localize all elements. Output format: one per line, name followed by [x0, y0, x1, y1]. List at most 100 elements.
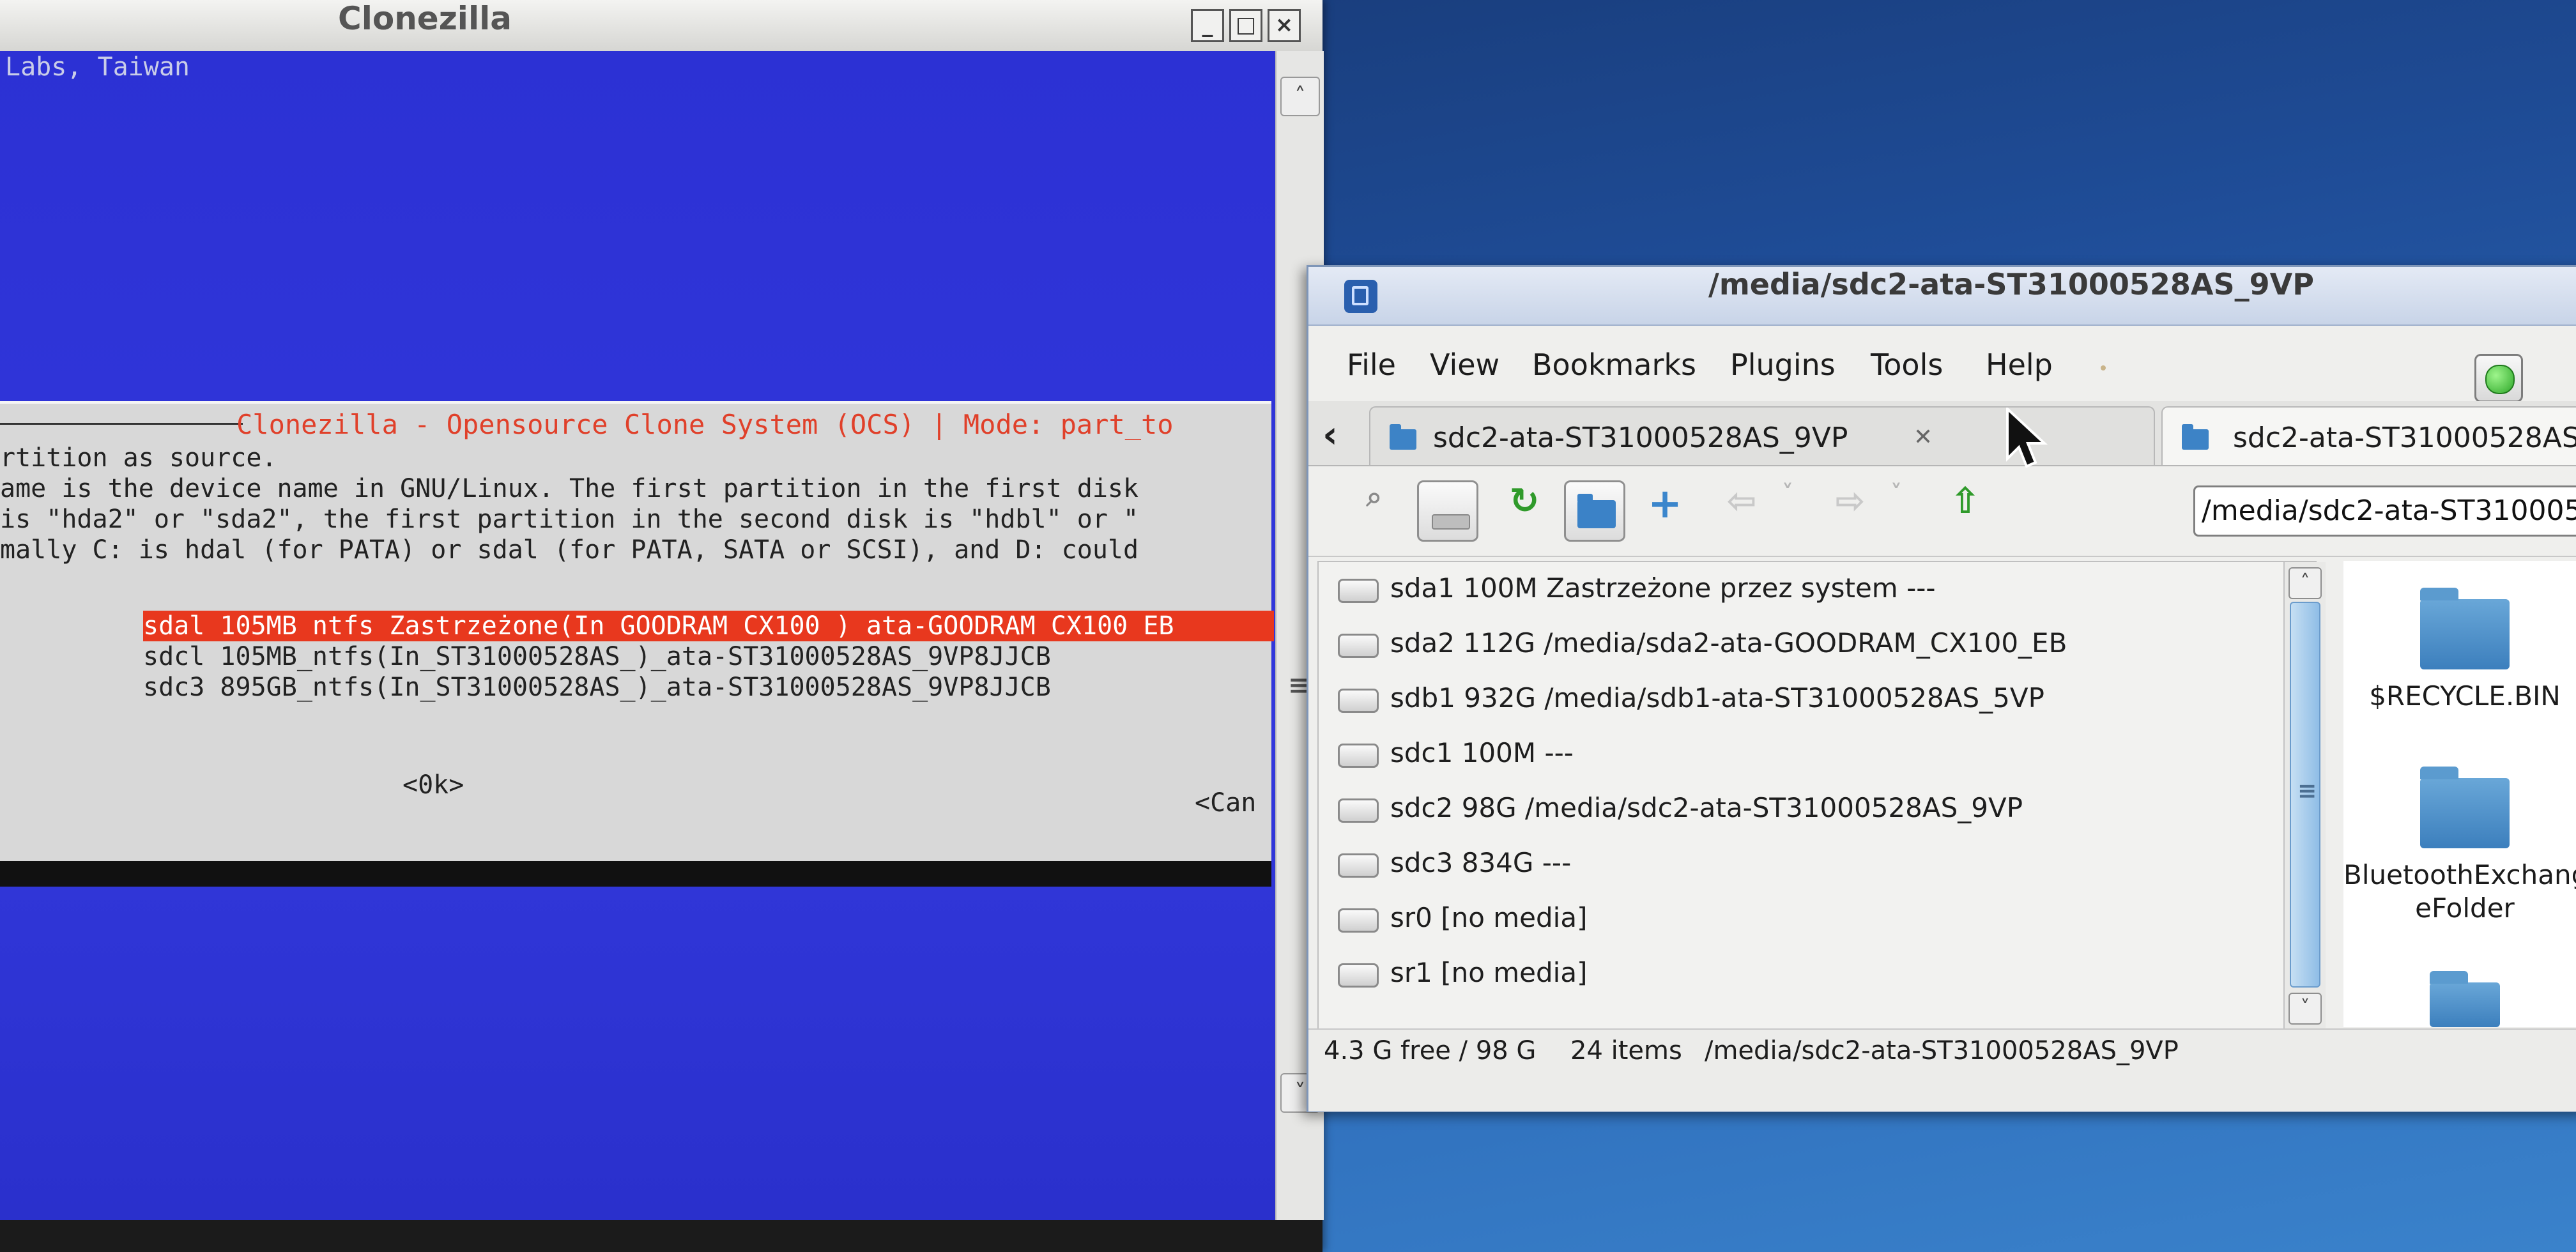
menu-plugins[interactable]: Plugins: [1730, 347, 1836, 382]
forward-button[interactable]: ⇨: [1820, 480, 1881, 542]
tab-bar: ‹ sdc2-ata-ST31000528AS_9VP ✕ sdc2-ata-S…: [1308, 401, 2576, 466]
up-arrow-icon: ⇧: [1950, 480, 1981, 522]
search-button[interactable]: ⌕: [1344, 480, 1405, 542]
devices-scrollbar[interactable]: ˄ ≡ ˅: [2283, 562, 2326, 1028]
menu-view[interactable]: View: [1430, 347, 1499, 382]
desktop: Clonezilla _ □ × Labs, Taiwan Clonezilla…: [0, 0, 2576, 1252]
item-count-status: 24 items: [1570, 1036, 1682, 1065]
back-button[interactable]: ⇦: [1711, 480, 1772, 542]
device-item[interactable]: sdc1 100M ---: [1338, 731, 2296, 782]
dialog-description-line: ame is the device name in GNU/Linux. The…: [0, 474, 1139, 503]
device-item[interactable]: sdb1 932G /media/sdb1-ata-ST31000528AS_5…: [1338, 676, 2296, 727]
tab-scroll-left-icon[interactable]: ‹: [1322, 413, 1338, 456]
dialog-title-line: [0, 423, 243, 425]
terminal-header-text: Labs, Taiwan: [5, 52, 190, 82]
clonezilla-window: Clonezilla _ □ × Labs, Taiwan Clonezilla…: [0, 0, 1324, 1252]
tab-label: sdc2-ata-ST31000528AS_9VP: [1433, 422, 1848, 454]
device-item[interactable]: sdc2 98G /media/sdc2-ata-ST31000528AS_9V…: [1338, 786, 2296, 837]
menu-separator-dot: [2101, 365, 2106, 370]
menu-bar: File View Bookmarks Plugins Tools Help: [1308, 326, 2576, 396]
menu-file[interactable]: File: [1347, 347, 1396, 382]
chevron-down-icon: ˅: [1890, 480, 1902, 507]
status-bar: 4.3 G free / 98 G 24 items /media/sdc2-a…: [1308, 1028, 2576, 1111]
current-path-status: /media/sdc2-ata-ST31000528AS_9VP: [1705, 1036, 2179, 1065]
file-manager-window-title: /media/sdc2-ata-ST31000528AS_9VP: [1708, 267, 2314, 302]
minimize-button[interactable]: _: [1191, 9, 1224, 42]
devices-pane: sda1 100M Zastrzeżone przez system --- s…: [1317, 561, 2326, 1030]
menu-tools[interactable]: Tools: [1871, 347, 1943, 382]
dialog-description-line: is "hda2" or "sda2", the first partition…: [0, 505, 1139, 534]
forward-history-button[interactable]: ˅: [1877, 480, 1915, 542]
tab-label: sdc2-ata-ST31000528AS_9: [2233, 422, 2576, 454]
menu-help[interactable]: Help: [1986, 347, 2053, 382]
drive-icon: [1338, 689, 1379, 713]
device-label: sdc2 98G /media/sdc2-ata-ST31000528AS_9V…: [1390, 792, 2023, 823]
dialog-description-line: rtition as source.: [0, 443, 277, 473]
app-icon[interactable]: [1344, 280, 1377, 313]
chevron-down-icon: ˅: [1782, 480, 1793, 507]
folder-icon: [1390, 424, 1416, 450]
dialog-shadow: [0, 861, 1271, 887]
new-tab-button[interactable]: +: [1634, 480, 1696, 542]
clonezilla-terminal: Labs, Taiwan Clonezilla - Opensource Clo…: [0, 51, 1275, 1220]
file-manager-window: /media/sdc2-ata-ST31000528AS_9VP File Vi…: [1307, 265, 2576, 1112]
optical-drive-icon: [1338, 963, 1379, 988]
device-item[interactable]: sdc3 834G ---: [1338, 841, 2296, 892]
drive-icon: [1432, 514, 1470, 530]
drive-icon: [1338, 853, 1379, 878]
clonezilla-titlebar[interactable]: Clonezilla _ □ ×: [0, 0, 1322, 52]
drive-icon: [1338, 579, 1379, 603]
folder-view-button[interactable]: [1564, 480, 1625, 542]
menu-bookmarks[interactable]: Bookmarks: [1532, 347, 1696, 382]
file-manager-titlebar[interactable]: /media/sdc2-ata-ST31000528AS_9VP: [1308, 267, 2576, 326]
scroll-grip-icon: ≡: [2297, 778, 2317, 804]
tab-close-icon[interactable]: ✕: [1913, 424, 1933, 450]
dialog-description-line: mally C: is hdal (for PATA) or sdal (for…: [0, 535, 1139, 565]
ok-button[interactable]: <0k>: [402, 770, 464, 800]
device-label: sdc3 834G ---: [1390, 847, 1572, 878]
scroll-up-button[interactable]: ˄: [2288, 567, 2322, 599]
partition-option-sda1[interactable]: sdal 105MB ntfs Zastrzeżone(In GOODRAM C…: [143, 611, 1274, 641]
partition-select-dialog: Clonezilla - Opensource Clone System (OC…: [0, 401, 1274, 864]
maximize-button[interactable]: □: [1229, 9, 1262, 42]
toolbar: ⌕ ↻ + ⇦ ˅ ⇨ ˅ ⇧ /media/sdc2-ata-ST310005: [1308, 466, 2576, 557]
file-item-recycle-bin[interactable]: $RECYCLE.BIN: [2343, 588, 2576, 713]
device-item[interactable]: sr1 [no media]: [1338, 950, 2296, 1002]
plus-icon: +: [1648, 480, 1682, 528]
reload-icon: ↻: [1509, 480, 1540, 522]
folder-icon: [2182, 424, 2209, 450]
path-input[interactable]: /media/sdc2-ata-ST310005: [2193, 485, 2576, 537]
file-item-bluetooth-exchange[interactable]: BluetoothExchange eFolder: [2343, 767, 2576, 925]
clonezilla-window-title: Clonezilla: [338, 0, 512, 37]
device-label: sr1 [no media]: [1390, 957, 1588, 988]
parent-folder-button[interactable]: ⇧: [1935, 480, 1996, 542]
back-arrow-icon: ⇦: [1726, 480, 1757, 522]
devices-button[interactable]: [1417, 480, 1478, 542]
device-item[interactable]: sda2 112G /media/sda2-ata-GOODRAM_CX100_…: [1338, 621, 2296, 672]
device-item[interactable]: sda1 100M Zastrzeżone przez system ---: [1338, 566, 2296, 617]
search-icon: ⌕: [1366, 480, 1383, 513]
drive-icon: [1338, 744, 1379, 768]
scroll-up-button[interactable]: ˄: [1280, 77, 1320, 116]
clonezilla-bottom-edge: [0, 1220, 1322, 1252]
folder-icon: [1577, 494, 1616, 528]
status-indicator-button[interactable]: [2474, 354, 2523, 402]
file-label: BluetoothExchange eFolder: [2343, 859, 2576, 924]
partition-option-sdc1[interactable]: sdcl 105MB_ntfs(In_ST31000528AS_)_ata-ST…: [143, 641, 1051, 672]
forward-arrow-icon: ⇨: [1835, 480, 1866, 522]
partition-option-sdc3[interactable]: sdc3 895GB_ntfs(In_ST31000528AS_)_ata-ST…: [143, 672, 1051, 703]
reload-button[interactable]: ↻: [1494, 480, 1555, 542]
scroll-down-button[interactable]: ˅: [2288, 993, 2322, 1025]
folder-icon: [2420, 767, 2510, 848]
file-label: $RECYCLE.BIN: [2369, 680, 2561, 712]
folder-icon: [2430, 971, 2500, 1027]
close-button[interactable]: ×: [1268, 9, 1301, 42]
device-item[interactable]: sr0 [no media]: [1338, 896, 2296, 947]
tab-sdc2-active[interactable]: sdc2-ata-ST31000528AS_9: [2161, 406, 2576, 465]
dialog-title: Clonezilla - Opensource Clone System (OC…: [236, 409, 1174, 440]
back-history-button[interactable]: ˅: [1768, 480, 1807, 542]
device-label: sda1 100M Zastrzeżone przez system ---: [1390, 572, 1936, 604]
file-item-partial[interactable]: [2343, 971, 2576, 1027]
drive-icon: [1338, 798, 1379, 823]
cancel-button[interactable]: <Can: [1195, 788, 1256, 818]
